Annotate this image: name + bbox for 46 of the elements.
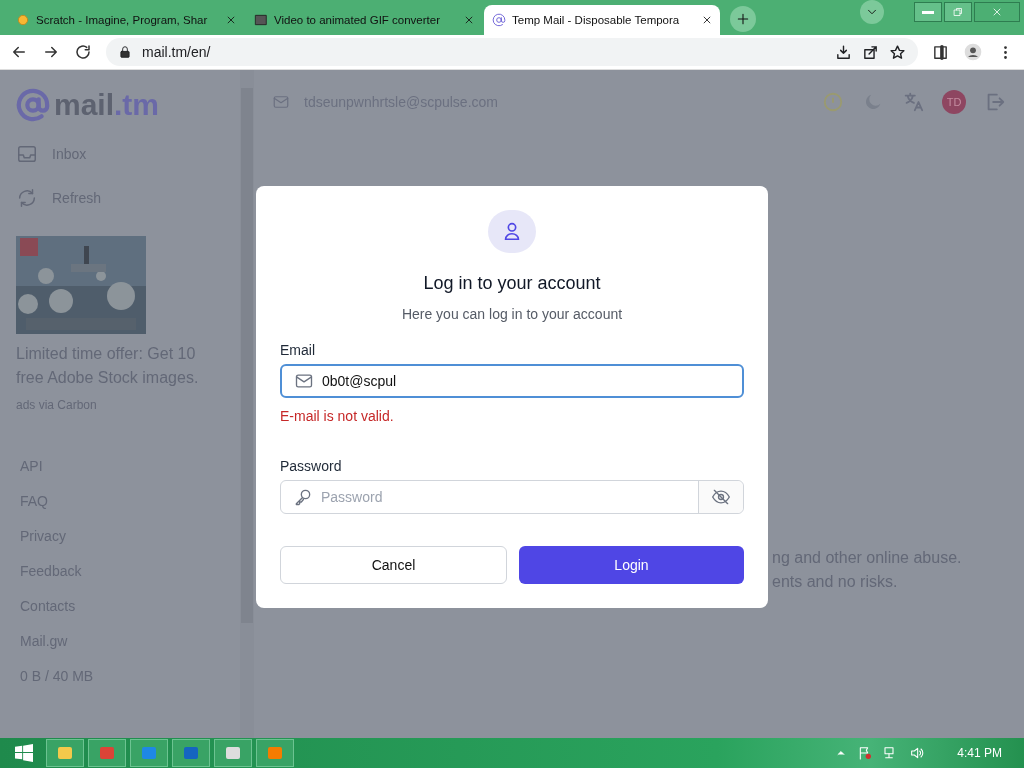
close-icon <box>991 6 1003 18</box>
mail-icon <box>272 93 290 111</box>
at-sign-icon <box>16 88 50 122</box>
user-icon <box>488 210 536 253</box>
star-icon[interactable] <box>889 43 906 61</box>
toggle-visibility-button[interactable] <box>698 480 743 513</box>
restore-icon <box>952 6 964 18</box>
inbox-icon <box>16 143 38 165</box>
field-label: Email <box>280 341 316 358</box>
side-panel-icon[interactable] <box>932 43 949 61</box>
browser-tab[interactable]: Scratch - Imagine, Program, Shar <box>8 5 244 35</box>
error-message: E-mail is not valid. <box>280 407 395 424</box>
clock[interactable]: 4:41 PM <box>957 746 1002 760</box>
plus-icon <box>735 11 751 27</box>
dialog-subtitle: Here you can log in to your account <box>401 305 623 322</box>
reload-icon[interactable] <box>74 43 92 61</box>
cancel-button[interactable]: Cancel <box>280 546 507 584</box>
browser-tab[interactable]: Temp Mail - Disposable Tempora <box>484 5 720 35</box>
flag-icon <box>857 745 874 761</box>
at-sign-icon <box>492 13 506 27</box>
avatar[interactable]: TD <box>942 90 966 114</box>
eye-off-icon <box>711 487 731 507</box>
email-field[interactable]: 0b0t@scpul <box>280 363 744 398</box>
download-icon[interactable] <box>835 43 852 61</box>
scrollbar[interactable] <box>240 70 254 738</box>
profile-icon[interactable] <box>963 42 983 62</box>
lock-icon <box>118 45 132 59</box>
windows-logo-icon <box>15 744 33 762</box>
login-button[interactable]: Login <box>519 546 744 584</box>
refresh-icon <box>16 187 38 209</box>
dialog-title: Log in to your account <box>423 272 601 294</box>
minimize-button[interactable] <box>914 2 942 22</box>
new-tab-button[interactable] <box>730 6 756 32</box>
close-icon[interactable] <box>702 15 712 25</box>
password-field[interactable]: Password <box>280 479 744 514</box>
restore-button[interactable] <box>944 2 972 22</box>
minimize-icon <box>922 10 934 14</box>
speaker-icon <box>909 745 926 761</box>
taskbar-app[interactable] <box>172 739 210 767</box>
close-icon[interactable] <box>464 15 474 25</box>
taskbar-app[interactable] <box>214 739 252 767</box>
share-icon[interactable] <box>862 43 879 61</box>
field-label: Password <box>280 457 343 474</box>
browser-tab[interactable]: Video to animated GIF converter <box>246 5 482 35</box>
address-bar[interactable]: mail.tm/en/ <box>106 38 918 66</box>
close-icon[interactable] <box>226 15 236 25</box>
